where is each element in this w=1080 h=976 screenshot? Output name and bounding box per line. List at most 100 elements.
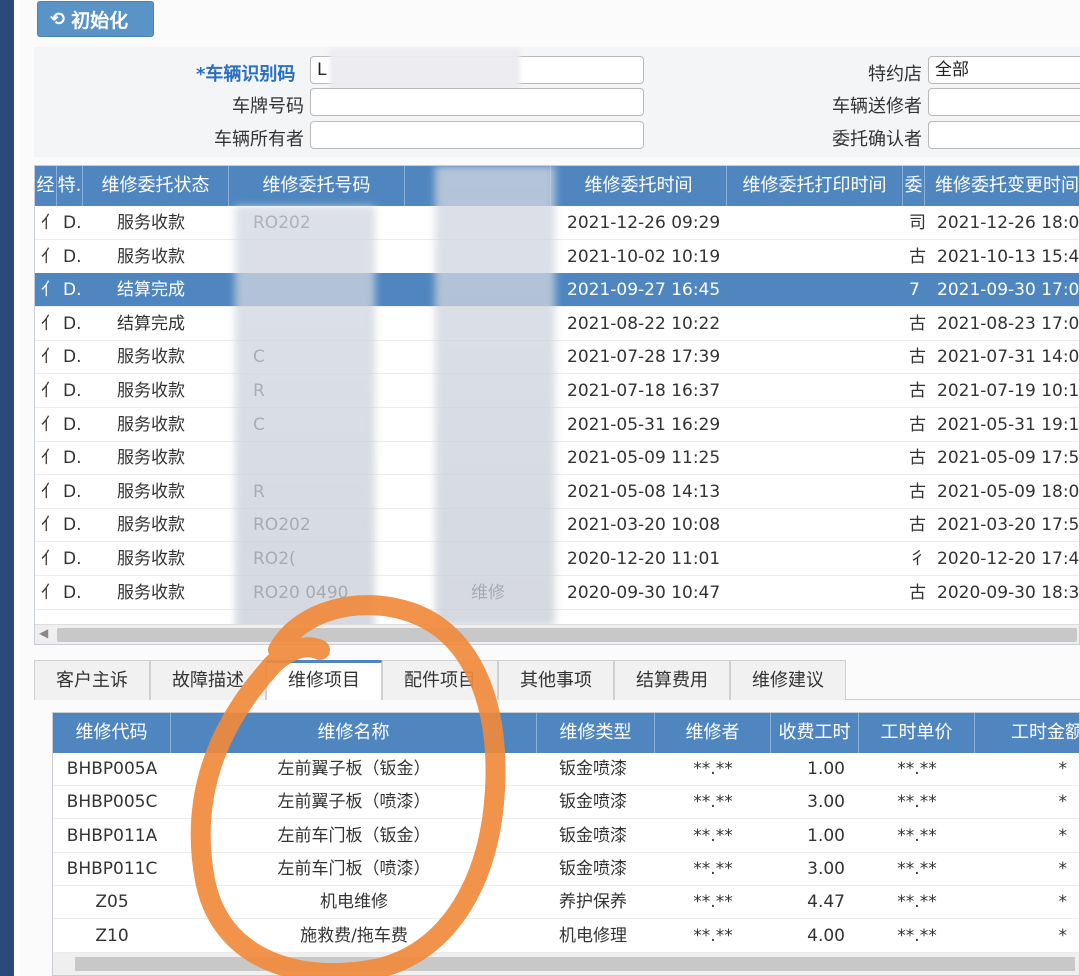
- table-row[interactable]: 亻D.服务收款C2021-07-28 17:39古2021-07-31 14:0…: [35, 340, 1079, 375]
- grid-cell-w: 古: [909, 515, 926, 536]
- table-row[interactable]: 亻D.服务收款RO20 0490维修2020-09-30 10:47古2020-…: [35, 576, 1079, 610]
- detail-col-header[interactable]: 工时金额: [975, 713, 1079, 753]
- grid-cell-time: 2021-05-08 14:13: [567, 481, 721, 502]
- order-no-redaction: [235, 206, 375, 644]
- plate-input[interactable]: [310, 88, 644, 116]
- grid-cell-change-time: 2021-03-20 17:51: [937, 515, 1080, 536]
- grid-cell-change-time: 2021-12-26 18:06: [937, 213, 1080, 233]
- grid-horizontal-scrollbar[interactable]: ◀: [35, 624, 1079, 644]
- tab-customer-complaint[interactable]: 客户主诉: [34, 660, 150, 700]
- grid-cell-time: 2021-03-20 10:08: [567, 515, 721, 536]
- detail-cell-amount: *: [1058, 925, 1068, 946]
- table-row[interactable]: Z05 机电维修 养护保养 **.** 4.47 **.** *: [53, 886, 1079, 920]
- col-header[interactable]: 维修委托变更时间: [925, 166, 1079, 206]
- detail-col-header[interactable]: 维修代码: [53, 713, 171, 753]
- table-row[interactable]: 亻 D. 结算完成 2021-08-22 10:22 古 2021-08-23 17:05: [35, 307, 1079, 341]
- grid-cell-flag: 亻: [41, 515, 57, 536]
- table-row[interactable]: BHBP011C 左前车门板（喷漆） 钣金喷漆 **.** 3.00 **.** *: [53, 853, 1079, 886]
- detail-cell-code: BHBP005C: [66, 792, 158, 813]
- detail-cell-price: **.**: [897, 858, 937, 879]
- grid-cell-flag: 亻: [41, 481, 57, 502]
- detail-cell-type: 机电修理: [559, 925, 627, 946]
- detail-cell-price: **.**: [897, 892, 937, 913]
- grid-cell-status: 服务收款: [117, 515, 185, 536]
- table-row[interactable]: 亻 D. 结算完成 2021-09-27 16:45 7 2021-09-30 17:01: [35, 273, 1079, 308]
- detail-col-header[interactable]: 维修者: [655, 713, 771, 753]
- table-row[interactable]: 亻 D. 服务收款 2021-05-09 11:25 古 2021-05-09 17:57: [35, 441, 1079, 476]
- table-row[interactable]: 亻D.服务收款RO2022021-03-20 10:08古2021-03-20 …: [35, 508, 1080, 543]
- col-header[interactable]: 维修委托时间: [551, 166, 727, 206]
- grid-cell-status: 结算完成: [117, 280, 185, 301]
- detail-cell-price: **.**: [897, 825, 937, 846]
- grid-header: 经 特. 维修委托状态 维修委托号码 维修委托时间 维修委托打印时间 委 维修委…: [35, 166, 1079, 206]
- detail-cell-worker: **.**: [693, 925, 733, 946]
- detail-scroll-thumb[interactable]: [75, 957, 1075, 971]
- grid-cell-flag: 亻: [41, 313, 57, 334]
- grid-cell-time: 2021-08-22 10:22: [567, 313, 721, 334]
- table-row[interactable]: 亻D.服务收款RO2(2020-12-20 11:01彳2020-12-20 1…: [35, 542, 1079, 576]
- table-row[interactable]: BHBP005A 左前翼子板（钣金） 钣金喷漆 **.** 1.00 **.** *: [53, 753, 1079, 786]
- detail-cell-worker: **.**: [693, 825, 733, 846]
- table-row[interactable]: BHBP011A 左前车门板（钣金） 钣金喷漆 **.** 1.00 **.** *: [53, 820, 1079, 853]
- table-row[interactable]: 亻 D. 服务收款 2021-10-02 10:19 古 2021-10-13 15:47: [35, 240, 1079, 274]
- scroll-left-icon[interactable]: ◀: [39, 626, 48, 640]
- col-header[interactable]: 维修委托打印时间: [727, 166, 903, 206]
- scroll-thumb[interactable]: [57, 628, 1077, 642]
- init-button[interactable]: ⟲ 初始化: [37, 1, 154, 37]
- table-row[interactable]: Z10 施救费/拖车费 机电修理 **.** 4.00 **.** *: [53, 920, 1079, 953]
- detail-cell-worker: **.**: [693, 858, 733, 879]
- col-header[interactable]: 经: [35, 166, 57, 206]
- grid-cell-w: 古: [909, 582, 926, 603]
- detail-col-header[interactable]: 工时单价: [859, 713, 975, 753]
- table-row[interactable]: BHBP005C 左前翼子板（喷漆） 钣金喷漆 **.** 3.00 **.** *: [53, 786, 1079, 820]
- col-header[interactable]: 维修委托号码: [229, 166, 405, 206]
- detail-cell-amount: *: [1058, 792, 1068, 813]
- grid-cell-type: D.: [63, 414, 82, 435]
- detail-cell-code: Z10: [95, 925, 129, 946]
- col-header[interactable]: 特.: [57, 166, 83, 206]
- vin-label: *车辆识别码: [196, 64, 296, 85]
- grid-cell-status: 服务收款: [117, 347, 185, 368]
- tab-settlement[interactable]: 结算费用: [614, 660, 730, 700]
- detail-cell-worker: **.**: [693, 792, 733, 813]
- table-row[interactable]: 亻D.服务收款C2021-05-31 16:29古2021-05-31 19:1…: [35, 408, 1079, 442]
- window-left-edge: [0, 0, 14, 976]
- detail-cell-name: 施救费/拖车费: [300, 925, 408, 946]
- col-header[interactable]: 委: [903, 166, 925, 206]
- sender-label: 车辆送修者: [832, 96, 922, 117]
- table-row[interactable]: 亻D.服务收款R2021-05-08 14:13古2021-05-09 18:0…: [35, 475, 1079, 509]
- detail-cell-type: 钣金喷漆: [559, 759, 627, 779]
- detail-cell-price: **.**: [897, 925, 937, 946]
- confirmer-input[interactable]: [928, 121, 1080, 149]
- detail-cell-amount: *: [1058, 825, 1068, 846]
- dealer-label: 特约店: [868, 64, 922, 85]
- detail-col-header[interactable]: 维修名称: [171, 713, 537, 753]
- tab-repair-items[interactable]: 维修项目: [266, 660, 382, 700]
- detail-cell-name: 左前车门板（喷漆）: [277, 858, 431, 879]
- repair-order-page: ⟲ 初始化 *车辆识别码 L 车牌号码 车辆所有者 特约店 全部 车辆送修者 委…: [20, 0, 1080, 976]
- dealer-select[interactable]: 全部: [928, 56, 1080, 84]
- sender-input[interactable]: [928, 88, 1080, 116]
- tab-suggestions[interactable]: 维修建议: [730, 660, 846, 700]
- detail-cell-price: **.**: [897, 759, 937, 779]
- grid-cell-time: 2021-12-26 09:29: [567, 213, 721, 233]
- grid-cell-w: 古: [909, 347, 926, 368]
- detail-col-header[interactable]: 收费工时: [771, 713, 859, 753]
- tab-fault-description[interactable]: 故障描述: [150, 660, 266, 700]
- owner-input[interactable]: [310, 121, 644, 149]
- grid-cell-flag: 亻: [41, 213, 57, 233]
- table-row[interactable]: 亻D.服务收款RO2022021-12-26 09:29司2021-12-26 …: [35, 206, 1079, 240]
- grid-cell-status: 服务收款: [117, 381, 185, 401]
- table-row[interactable]: 亻D.服务收款R2021-07-18 16:37古2021-07-19 10:1…: [35, 374, 1079, 408]
- detail-horizontal-scrollbar[interactable]: [53, 953, 1079, 975]
- tab-other[interactable]: 其他事项: [498, 660, 614, 700]
- col-header[interactable]: 维修委托状态: [83, 166, 229, 206]
- detail-cell-hours: 1.00: [807, 759, 845, 779]
- tab-parts[interactable]: 配件项目: [382, 660, 498, 700]
- grid-cell-type: D.: [63, 515, 82, 536]
- grid-cell-status: 服务收款: [117, 448, 185, 469]
- grid-cell-change-time: 2021-08-23 17:05: [937, 313, 1080, 334]
- detail-cell-amount: *: [1058, 858, 1068, 879]
- detail-col-header[interactable]: 维修类型: [537, 713, 655, 753]
- grid-cell-status: 服务收款: [117, 582, 185, 603]
